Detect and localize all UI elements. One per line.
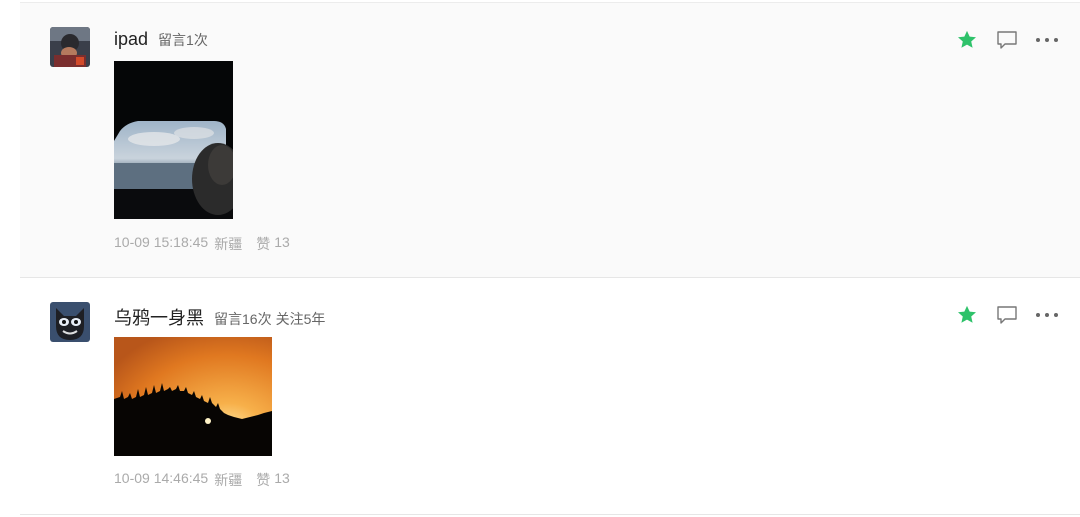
like-label: 赞 [256, 236, 271, 252]
like-count: 13 [274, 470, 290, 486]
timestamp: 10-09 14:46:45 [114, 470, 209, 486]
comment-header: 乌鸦一身黑 留言16次 关注5年 [114, 304, 325, 330]
reply-bubble-icon[interactable] [994, 303, 1020, 327]
comment-footer: 10-09 14:46:45 新疆 赞 13 [114, 470, 290, 490]
comment-item: ipad 留言1次 10-09 15:18:45 新疆 赞 13 [20, 3, 1080, 278]
comment-actions [954, 303, 1060, 327]
like-info: 赞 13 [256, 470, 290, 490]
comment-footer: 10-09 15:18:45 新疆 赞 13 [114, 234, 290, 254]
username[interactable]: ipad [114, 29, 148, 50]
follow-duration: 关注5年 [275, 311, 326, 327]
comment-header: ipad 留言1次 [114, 29, 208, 50]
reply-bubble-icon[interactable] [994, 28, 1020, 52]
star-icon[interactable] [954, 303, 980, 327]
timestamp: 10-09 15:18:45 [114, 234, 209, 250]
comment-feed: ipad 留言1次 10-09 15:18:45 新疆 赞 13 乌鸦一身黑 留… [0, 0, 1080, 517]
star-icon[interactable] [954, 28, 980, 52]
comment-count: 留言1次 [158, 32, 208, 48]
comment-count: 留言16次 [214, 311, 272, 327]
username[interactable]: 乌鸦一身黑 [114, 304, 204, 330]
comment-photo[interactable] [114, 61, 233, 219]
user-avatar[interactable] [50, 302, 90, 342]
comment-item: 乌鸦一身黑 留言16次 关注5年 10-09 14:46:45 新疆 赞 13 [20, 278, 1080, 515]
like-count: 13 [274, 234, 290, 250]
like-info: 赞 13 [256, 234, 290, 254]
location: 新疆 [214, 236, 243, 252]
like-label: 赞 [256, 472, 271, 488]
comment-actions [954, 28, 1060, 52]
more-dots-icon[interactable] [1034, 28, 1060, 52]
user-avatar[interactable] [50, 27, 90, 67]
comment-photo[interactable] [114, 337, 272, 456]
location: 新疆 [214, 472, 243, 488]
more-dots-icon[interactable] [1034, 303, 1060, 327]
